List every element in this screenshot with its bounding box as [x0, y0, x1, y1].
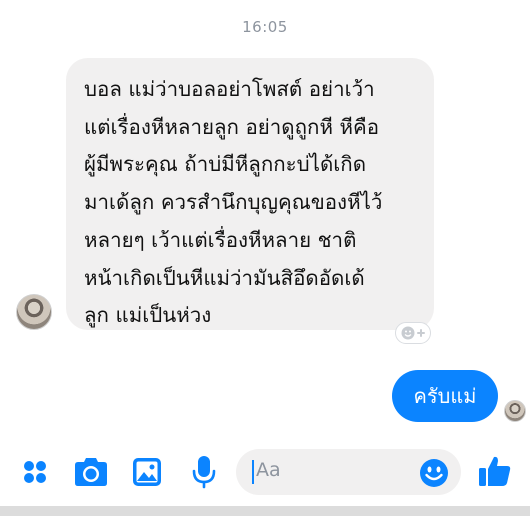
- emoji-icon: [420, 459, 448, 487]
- outgoing-message-text: ครับแม่: [413, 384, 477, 408]
- message-input-placeholder: Aa: [256, 459, 281, 481]
- like-button[interactable]: [477, 453, 513, 489]
- incoming-message-bubble[interactable]: บอล แม่ว่าบอลอย่าโพสต์ อย่าเว้า แต่เรื่อ…: [66, 58, 434, 330]
- message-line: ผู้มีพระคุณ ถ้าบ่มีหีลูกกะบ่ได้เกิด: [84, 152, 367, 177]
- read-receipt-avatar: [504, 400, 526, 422]
- message-line: ลูก แม่เป็นห่วง: [84, 303, 212, 328]
- camera-icon: [75, 458, 107, 486]
- message-timestamp: 16:05: [242, 18, 288, 36]
- like-icon: [479, 456, 511, 486]
- gallery-button[interactable]: [131, 455, 163, 489]
- message-line: บอล แม่ว่าบอลอย่าโพสต์ อย่าเว้า: [84, 77, 375, 101]
- image-icon: [133, 458, 161, 486]
- apps-icon: [24, 461, 46, 483]
- emoji-button[interactable]: [418, 457, 450, 489]
- sender-avatar[interactable]: [16, 294, 52, 330]
- text-cursor: [252, 460, 254, 484]
- add-reaction-icon: [401, 326, 425, 340]
- message-line: หลายๆ เว้าแต่เรื่องหีหลาย ชาติ: [84, 227, 357, 252]
- message-line: หน้าเกิดเป็นหีแม่ว่ามันสิอึดอัดเด้: [84, 265, 365, 290]
- apps-button[interactable]: [20, 457, 50, 487]
- message-line: แต่เรื่องหีหลายลูก อย่าดูถูกหี หีคือ: [84, 114, 380, 139]
- camera-button[interactable]: [74, 456, 108, 488]
- microphone-icon: [192, 456, 216, 489]
- add-reaction-button[interactable]: [395, 322, 431, 344]
- voice-button[interactable]: [190, 454, 218, 490]
- bottom-bar: [0, 506, 530, 516]
- message-line: มาเด้ลูก ควรสำนึกบุญคุณของหีไว้: [84, 190, 383, 215]
- outgoing-message-bubble[interactable]: ครับแม่: [392, 370, 498, 422]
